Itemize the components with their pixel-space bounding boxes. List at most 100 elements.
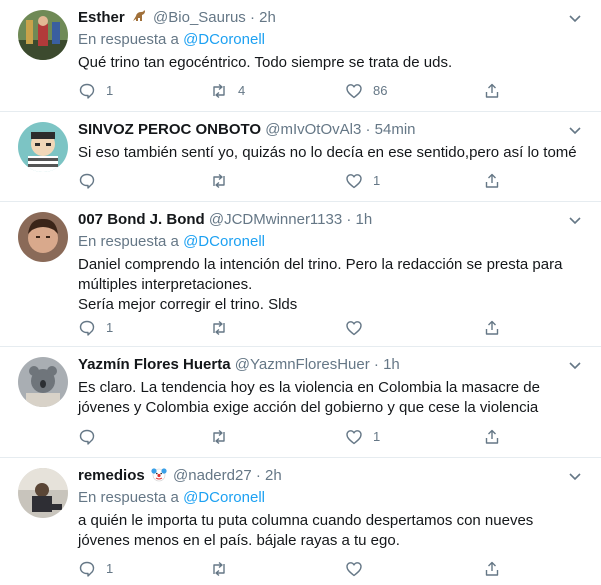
chevron-down-icon[interactable] <box>567 212 583 228</box>
tweet-text: Qué trino tan egocéntrico. Todo siempre … <box>78 53 587 73</box>
tweet-text-line: jóvenes menos en el país. bájale rayas a… <box>78 532 400 549</box>
like-button[interactable]: 1 <box>345 171 380 191</box>
tweet-text-line: múltiples interpretaciones. <box>78 276 253 293</box>
display-name[interactable]: Esther <box>78 9 125 26</box>
tweet-header: 007 Bond J. Bond @JCDMwinner1133 · 1h <box>78 210 587 230</box>
reply-count: 1 <box>106 83 114 98</box>
action-bar: 1 <box>78 427 518 447</box>
display-name[interactable]: Yazmín Flores Huerta <box>78 356 231 373</box>
avatar[interactable] <box>18 357 68 407</box>
user-handle[interactable]: @YazmnFloresHuer <box>235 356 370 373</box>
share-button[interactable] <box>483 427 501 447</box>
retweet-icon <box>213 173 225 189</box>
reply-button[interactable]: 1 <box>78 318 113 338</box>
timestamp[interactable]: 2h <box>265 467 282 484</box>
timestamp[interactable]: 1h <box>383 356 400 373</box>
retweet-icon <box>213 320 225 336</box>
tweet-text-line: Qué trino tan egocéntrico. Todo siempre … <box>78 54 453 71</box>
like-button[interactable]: 86 <box>345 81 387 101</box>
retweet-button[interactable] <box>210 427 238 447</box>
share-icon <box>485 561 499 576</box>
share-icon <box>485 83 499 98</box>
tweet-text-line: Si eso también sentí yo, quizás no lo de… <box>78 144 577 161</box>
tweet-header: Esther @Bio_Saurus · 2h <box>78 8 587 28</box>
retweet-button[interactable] <box>210 318 238 338</box>
retweet-icon <box>213 83 225 99</box>
timestamp[interactable]: 2h <box>259 9 276 26</box>
tweet[interactable]: Esther @Bio_Saurus · 2h En respuesta a @… <box>0 0 601 112</box>
retweet-button[interactable]: 4 <box>210 81 245 101</box>
share-button[interactable] <box>483 81 501 101</box>
mention-link[interactable]: @DCoronell <box>183 233 265 250</box>
reply-prefix: En respuesta a <box>78 489 179 506</box>
share-icon <box>485 320 499 335</box>
tweet[interactable]: SINVOZ PEROC ONBOTO @mIvOtOvAl3 · 54min … <box>0 112 601 202</box>
timestamp[interactable]: 1h <box>356 211 373 228</box>
reply-button[interactable]: 1 <box>78 81 113 101</box>
tweet-text-line: Sería mejor corregir el trino. Slds <box>78 296 298 313</box>
tweet-text: Si eso también sentí yo, quizás no lo de… <box>78 143 587 163</box>
avatar[interactable] <box>18 10 68 60</box>
like-count: 1 <box>373 173 381 188</box>
like-count: 86 <box>373 83 388 98</box>
action-bar: 1 <box>78 559 518 579</box>
mention-link[interactable]: @DCoronell <box>183 489 265 506</box>
tweet-header: Yazmín Flores Huerta @YazmnFloresHuer · … <box>78 355 587 375</box>
tweet-text: a quién le importa tu puta columna cuand… <box>78 511 587 551</box>
chevron-down-icon[interactable] <box>567 468 583 484</box>
clown-face-icon <box>151 466 167 488</box>
reply-button[interactable] <box>78 427 106 447</box>
reply-icon <box>79 83 95 99</box>
chevron-down-icon[interactable] <box>567 10 583 26</box>
share-button[interactable] <box>483 171 501 191</box>
action-bar: 1 <box>78 171 518 191</box>
like-button[interactable] <box>345 559 373 579</box>
chevron-down-icon[interactable] <box>567 357 583 373</box>
user-handle[interactable]: @naderd27 <box>173 467 252 484</box>
avatar[interactable] <box>18 468 68 518</box>
tweet-text-line: Es claro. La tendencia hoy es la violenc… <box>78 379 540 396</box>
chevron-down-icon[interactable] <box>567 122 583 138</box>
avatar[interactable] <box>18 122 68 172</box>
share-button[interactable] <box>483 559 501 579</box>
tweet-text: Daniel comprendo la intención del trino.… <box>78 255 587 315</box>
share-button[interactable] <box>483 318 501 338</box>
user-handle[interactable]: @JCDMwinner1133 <box>209 211 342 228</box>
user-handle[interactable]: @mIvOtOvAl3 <box>265 121 361 138</box>
mention-link[interactable]: @DCoronell <box>183 31 265 48</box>
tweet[interactable]: 007 Bond J. Bond @JCDMwinner1133 · 1h En… <box>0 202 601 347</box>
tweet[interactable]: Yazmín Flores Huerta @YazmnFloresHuer · … <box>0 347 601 458</box>
display-name[interactable]: 007 Bond J. Bond <box>78 211 205 228</box>
reply-prefix: En respuesta a <box>78 31 179 48</box>
tweet-text-line: jóvenes y Colombia exige acción del gobi… <box>78 399 539 416</box>
reply-button[interactable] <box>78 171 106 191</box>
reply-icon <box>79 173 95 189</box>
separator-dot: · <box>373 356 379 373</box>
reply-context: En respuesta a @DCoronell <box>78 30 587 50</box>
tweet[interactable]: remedios @naderd27 · 2h En respuesta a @… <box>0 458 601 585</box>
retweet-count: 4 <box>238 83 246 98</box>
retweet-button[interactable] <box>210 559 238 579</box>
reply-icon <box>79 429 95 445</box>
tweet-text-line: Daniel comprendo la intención del trino.… <box>78 256 563 273</box>
display-name[interactable]: remedios <box>78 467 145 484</box>
user-handle[interactable]: @Bio_Saurus <box>153 9 246 26</box>
reply-button[interactable]: 1 <box>78 559 113 579</box>
reply-context: En respuesta a @DCoronell <box>78 232 587 252</box>
reply-icon <box>79 320 95 336</box>
retweet-icon <box>213 561 225 577</box>
timestamp[interactable]: 54min <box>375 121 416 138</box>
tweet-text: Es claro. La tendencia hoy es la violenc… <box>78 378 587 418</box>
separator-dot: · <box>255 467 261 484</box>
reply-count: 1 <box>106 561 114 576</box>
retweet-icon <box>213 429 225 445</box>
tweet-header: SINVOZ PEROC ONBOTO @mIvOtOvAl3 · 54min <box>78 120 587 140</box>
retweet-button[interactable] <box>210 171 238 191</box>
share-icon <box>485 173 499 188</box>
separator-dot: · <box>365 121 371 138</box>
avatar[interactable] <box>18 212 68 262</box>
like-button[interactable]: 1 <box>345 427 380 447</box>
like-button[interactable] <box>345 318 373 338</box>
display-name[interactable]: SINVOZ PEROC ONBOTO <box>78 121 261 138</box>
tweet-text-line: a quién le importa tu puta columna cuand… <box>78 512 534 529</box>
